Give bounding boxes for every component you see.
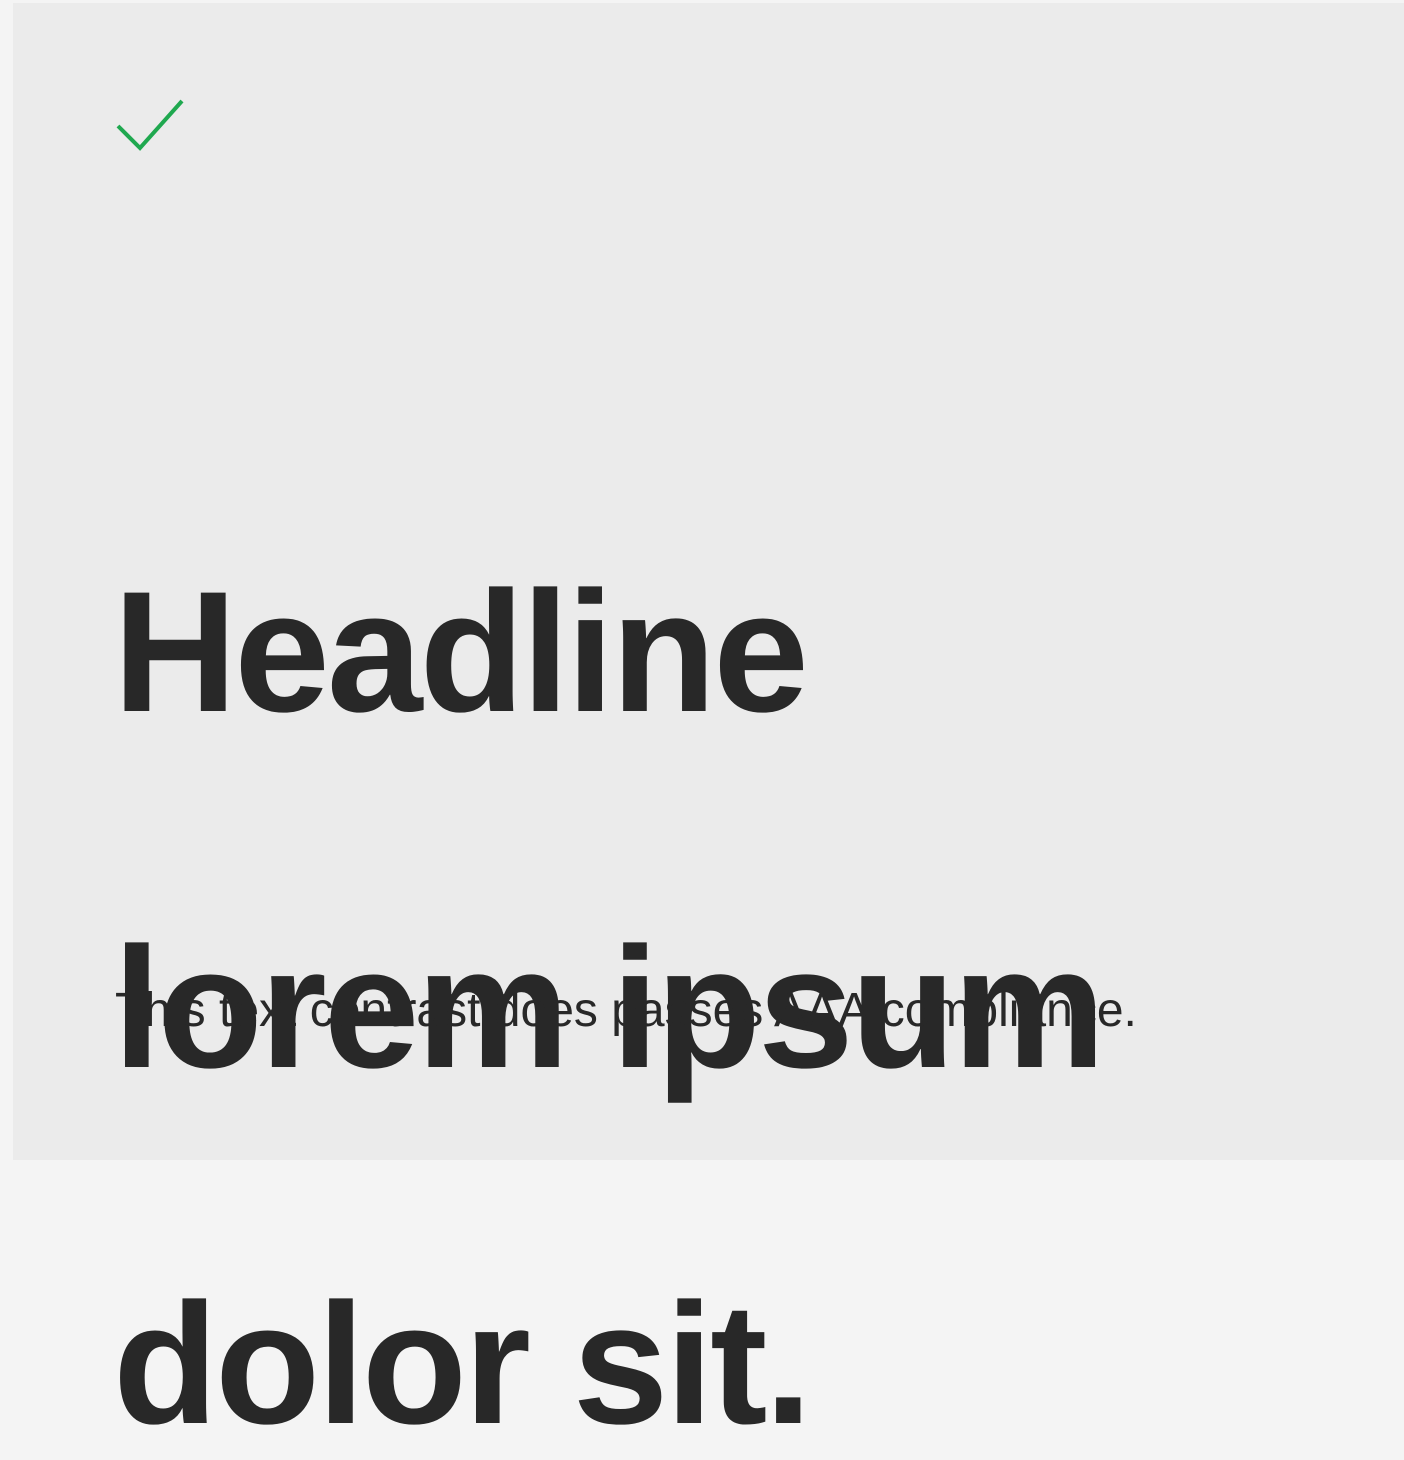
check-icon <box>116 99 184 151</box>
headline-line: Headline <box>113 556 809 748</box>
headline: Headline lorem ipsum dolor sit. <box>113 385 1373 1453</box>
contrast-example-card: Headline lorem ipsum dolor sit. This tex… <box>13 3 1404 1453</box>
body-text: This text contrast does passes AAA compl… <box>115 984 1137 1037</box>
headline-line: dolor sit. <box>113 1268 812 1460</box>
